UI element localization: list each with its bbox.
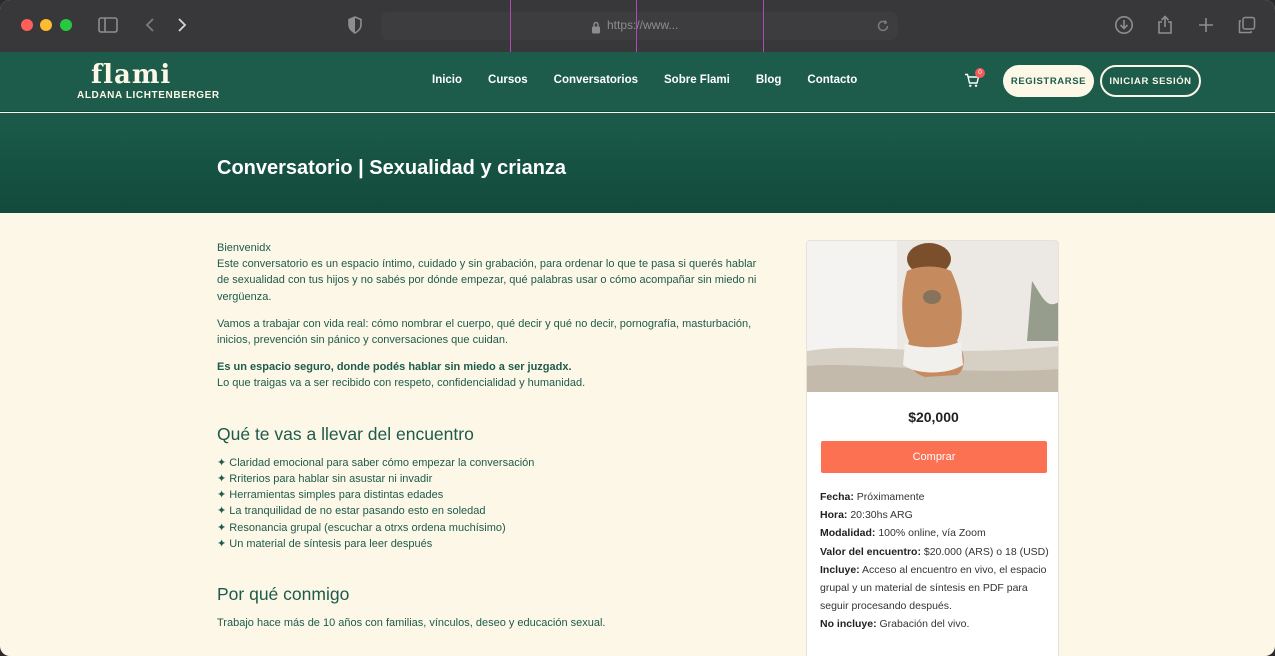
guide-line	[636, 0, 637, 52]
safe-space-bold: Es un espacio seguro, donde podés hablar…	[217, 361, 572, 374]
detail-label: Fecha:	[820, 491, 854, 503]
topics-paragraph: Vamos a trabajar con vida real: cómo nom…	[217, 317, 752, 347]
price-label: $20,000	[908, 409, 959, 425]
hero-banner: Conversatorio | Sexualidad y crianza	[0, 113, 1275, 213]
detail-label: No incluye:	[820, 618, 877, 631]
detail-label: Valor del encuentro:	[820, 545, 921, 558]
tab-overview-icon[interactable]	[1236, 14, 1258, 36]
lock-icon	[591, 19, 601, 38]
detail-label: Hora:	[820, 509, 848, 522]
safe-space-text: Lo que traigas va a ser recibido con res…	[217, 377, 586, 390]
forward-icon[interactable]	[171, 14, 193, 36]
back-icon[interactable]	[139, 14, 161, 36]
cart-button[interactable]: 0	[964, 68, 985, 92]
nav-sobre-flami[interactable]: Sobre Flami	[664, 74, 730, 86]
buy-button[interactable]: Comprar	[821, 441, 1047, 473]
downloads-icon[interactable]	[1113, 14, 1135, 36]
privacy-shield-icon[interactable]	[344, 14, 366, 36]
why-me-heading: Por qué conmigo	[217, 584, 350, 605]
url-text: https://www...	[607, 18, 679, 32]
close-window-button[interactable]	[21, 19, 33, 31]
detail-value: 100% online, vía Zoom	[878, 527, 986, 540]
login-button[interactable]: INICIAR SESIÓN	[1100, 65, 1201, 97]
list-item: La tranquilidad de no estar pasando esto…	[217, 503, 757, 519]
list-item: Herramientas simples para distintas edad…	[217, 487, 757, 503]
detail-row: Fecha: Próximamente	[820, 488, 1050, 506]
sidebar-toggle-icon[interactable]	[97, 14, 119, 36]
cart-count-badge: 0	[975, 68, 985, 78]
intro-text: Este conversatorio es un espacio íntimo,…	[217, 258, 757, 303]
detail-value: Grabación del vivo.	[879, 618, 970, 631]
detail-row: No incluye: Grabación del vivo.	[820, 615, 1050, 633]
detail-row: Modalidad: 100% online, vía Zoom	[820, 524, 1050, 542]
nav-blog[interactable]: Blog	[756, 74, 782, 86]
detail-row: Hora: 20:30hs ARG	[820, 506, 1050, 524]
reload-icon[interactable]	[876, 18, 890, 37]
takeaways-heading: Qué te vas a llevar del encuentro	[217, 423, 474, 444]
detail-label: Modalidad:	[820, 527, 876, 540]
detail-value: 20:30hs ARG	[850, 509, 913, 522]
detail-row: Incluye: Acceso al encuentro en vivo, el…	[820, 561, 1050, 616]
greeting-text: Bienvenidx	[217, 242, 271, 254]
nav-conversatorios[interactable]: Conversatorios	[554, 74, 638, 86]
browser-toolbar: https://www...	[0, 0, 1275, 52]
list-item: Un material de síntesis para leer despué…	[217, 536, 757, 552]
detail-value: Próximamente	[856, 491, 925, 503]
page-title: Conversatorio | Sexualidad y crianza	[217, 157, 567, 179]
detail-value: $20.000 (ARS) o 18 (USD)	[923, 545, 1049, 558]
logo[interactable]: flami ALDANA LICHTENBERGER	[77, 62, 220, 101]
guide-line	[510, 0, 511, 52]
product-image	[807, 241, 1058, 392]
list-item: Claridad emocional para saber cómo empez…	[217, 455, 757, 471]
nav-inicio[interactable]: Inicio	[432, 74, 462, 86]
list-item: Resonancia grupal (escuchar a otrxs orde…	[217, 520, 757, 536]
purchase-card: $20,000 Comprar Fecha: Próximamente Hora…	[806, 240, 1059, 656]
nav-cursos[interactable]: Cursos	[488, 74, 528, 86]
why-me-text: Trabajo hace más de 10 años con familias…	[217, 617, 606, 630]
share-icon[interactable]	[1154, 14, 1176, 36]
intro-paragraph: Bienvenidx Este conversatorio es un espa…	[217, 240, 757, 305]
nav-contacto[interactable]: Contacto	[807, 74, 857, 86]
new-tab-icon[interactable]	[1195, 14, 1217, 36]
logo-subtitle: ALDANA LICHTENBERGER	[77, 90, 220, 101]
address-bar[interactable]: https://www...	[381, 12, 898, 40]
register-button[interactable]: REGISTRARSE	[1003, 65, 1094, 97]
list-item: Rriterios para hablar sin asustar ni inv…	[217, 471, 757, 487]
minimize-window-button[interactable]	[40, 19, 52, 31]
detail-label: Incluye:	[820, 563, 860, 576]
logo-wordmark: flami	[91, 60, 172, 90]
zoom-window-button[interactable]	[60, 19, 72, 31]
event-details: Fecha: Próximamente Hora: 20:30hs ARG Mo…	[820, 488, 1050, 634]
safe-space-paragraph: Es un espacio seguro, donde podés hablar…	[217, 359, 757, 391]
takeaways-list: Claridad emocional para saber cómo empez…	[217, 455, 757, 552]
browser-window: https://www... flami ALDANA LICHTENBERGE…	[0, 0, 1275, 656]
guide-line	[763, 0, 764, 52]
main-nav: Inicio Cursos Conversatorios Sobre Flami…	[432, 74, 883, 86]
detail-row: Valor del encuentro: $20.000 (ARS) o 18 …	[820, 543, 1050, 561]
main-content: Bienvenidx Este conversatorio es un espa…	[217, 240, 757, 642]
site-header: flami ALDANA LICHTENBERGER Inicio Cursos…	[0, 52, 1275, 112]
